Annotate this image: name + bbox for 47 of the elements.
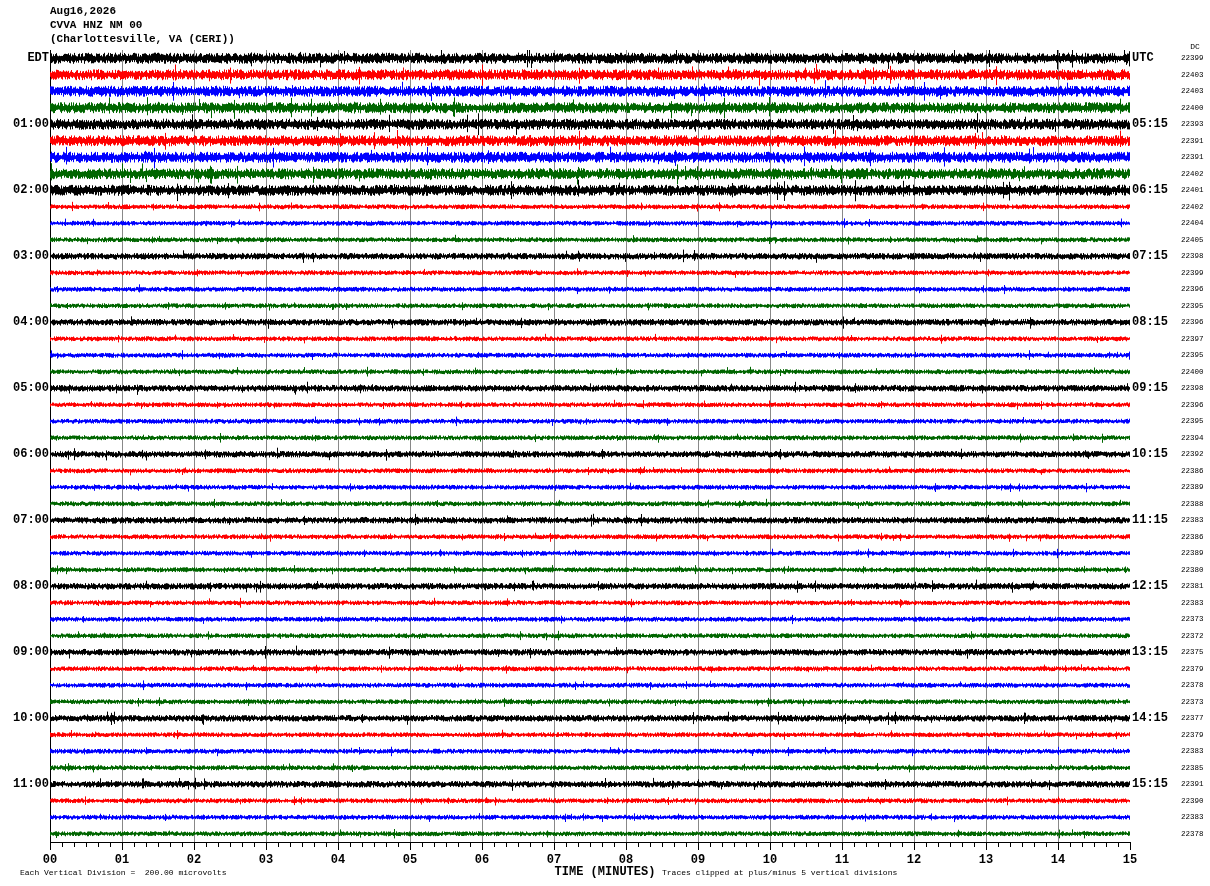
axis-tick-label: 08 bbox=[618, 853, 634, 866]
hour-label: 11:00 bbox=[13, 777, 49, 792]
axis-tick-label: 14 bbox=[1050, 853, 1066, 866]
hour-label: 05:00 bbox=[13, 381, 49, 396]
axis-tick-label: 15 bbox=[1122, 853, 1138, 866]
station-label: CVVA HNZ NM 00 bbox=[50, 18, 144, 32]
hour-label: 10:00 bbox=[13, 711, 49, 726]
axis-tick-label: 06 bbox=[474, 853, 490, 866]
axis-tick-label: 02 bbox=[186, 853, 202, 866]
hour-label: 06:15 bbox=[1132, 183, 1168, 198]
hour-label: 12:15 bbox=[1132, 579, 1168, 594]
hour-label: 03:00 bbox=[13, 249, 49, 264]
column-header: DC bbox=[1189, 43, 1201, 51]
hour-label: 09:15 bbox=[1132, 381, 1168, 396]
timezone-label: EDT bbox=[27, 51, 49, 66]
axis-tick-label: 12 bbox=[906, 853, 922, 866]
hour-label: 07:00 bbox=[13, 513, 49, 528]
axis-tick-label: 07 bbox=[546, 853, 562, 866]
hour-label: 07:15 bbox=[1132, 249, 1168, 264]
hour-label: 09:00 bbox=[13, 645, 49, 660]
location-label: (Charlottesville, VA (CERI)) bbox=[50, 32, 236, 46]
hour-label: 11:15 bbox=[1132, 513, 1168, 528]
axis-tick-label: 01 bbox=[114, 853, 130, 866]
scale-note: Each Vertical Division = 200.00 microvolts bbox=[19, 867, 228, 877]
axis-title: TIME (MINUTES) bbox=[553, 865, 657, 879]
axis-tick-label: 05 bbox=[402, 853, 418, 866]
axis-tick-label: 03 bbox=[258, 853, 274, 866]
date-label: Aug16,2026 bbox=[50, 4, 117, 18]
hour-label: 14:15 bbox=[1132, 711, 1168, 726]
axis-tick-label: 00 bbox=[42, 853, 58, 866]
hour-label: 13:15 bbox=[1132, 645, 1168, 660]
hour-label: 08:15 bbox=[1132, 315, 1168, 330]
timezone-label: UTC bbox=[1132, 51, 1154, 66]
hour-label: 04:00 bbox=[13, 315, 49, 330]
axis-tick-label: 04 bbox=[330, 853, 346, 866]
hour-label: 15:15 bbox=[1132, 777, 1168, 792]
hour-label: 10:15 bbox=[1132, 447, 1168, 462]
axis-tick-label: 09 bbox=[690, 853, 706, 866]
clipping-note: Traces clipped at plus/minus 5 vertical divisions bbox=[661, 867, 899, 877]
axis-tick-label: 10 bbox=[762, 853, 778, 866]
hour-label: 02:00 bbox=[13, 183, 49, 198]
hour-label: 05:15 bbox=[1132, 117, 1168, 132]
hour-label: 08:00 bbox=[13, 579, 49, 594]
axis-tick-label: 13 bbox=[978, 853, 994, 866]
hour-label: 01:00 bbox=[13, 117, 49, 132]
axis-tick-label: 11 bbox=[834, 853, 850, 866]
hour-label: 06:00 bbox=[13, 447, 49, 462]
